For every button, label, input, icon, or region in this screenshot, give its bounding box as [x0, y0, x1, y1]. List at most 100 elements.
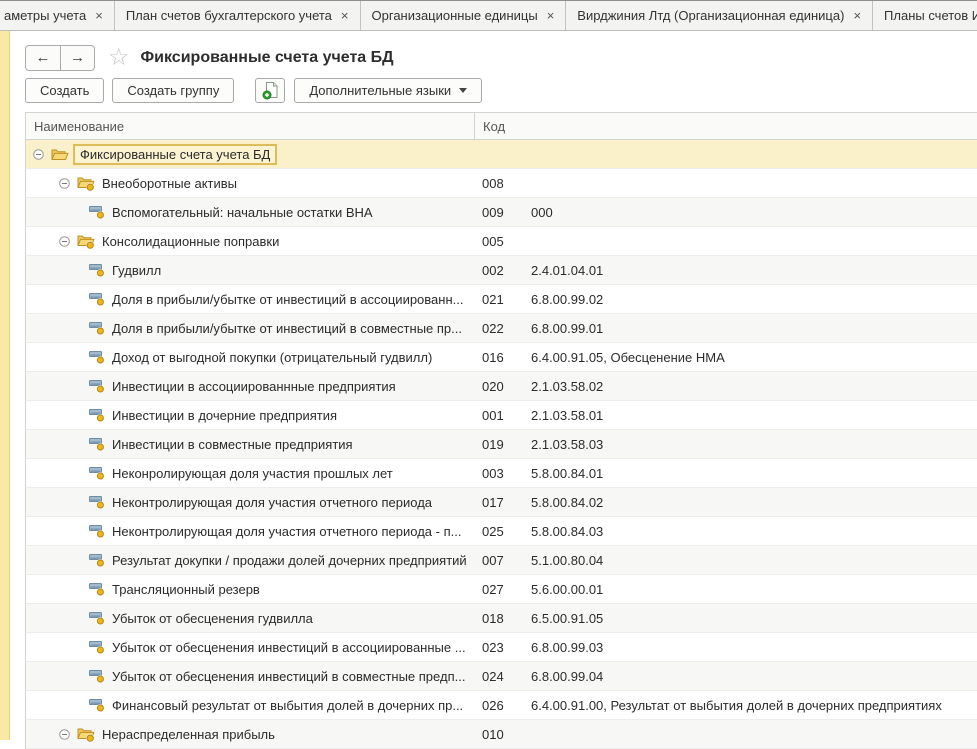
tab-close-icon[interactable]: × [341, 9, 349, 22]
table-row[interactable]: Убыток от обесценения инвестиций в совме… [26, 662, 977, 691]
row-name-cell: Убыток от обесценения инвестиций в ассоц… [26, 640, 474, 655]
account-item-icon [89, 698, 105, 712]
additional-languages-label: Дополнительные языки [309, 83, 451, 98]
table-row[interactable]: Неконролирующая доля участия прошлых лет… [26, 459, 977, 488]
account-item-icon [89, 437, 105, 451]
account-item-icon [89, 669, 105, 683]
row-code: 022 [474, 321, 523, 336]
row-name-cell: Неконролирующая доля участия прошлых лет [26, 466, 474, 481]
collapse-minus-icon[interactable] [59, 729, 70, 740]
row-name-cell: Неконтролирующая доля участия отчетного … [26, 495, 474, 510]
row-code: 003 [474, 466, 523, 481]
account-item-icon [89, 292, 105, 306]
table-row[interactable]: Консолидационные поправки 005 [26, 227, 977, 256]
folder-open-icon [51, 147, 69, 161]
create-button[interactable]: Создать [25, 78, 104, 103]
row-extra: 5.6.00.00.01 [523, 582, 977, 597]
table-row[interactable]: Убыток от обесценения инвестиций в ассоц… [26, 633, 977, 662]
table-row[interactable]: Доля в прибыли/убытке от инвестиций в со… [26, 314, 977, 343]
row-name-cell: Фиксированные счета учета БД [26, 144, 474, 165]
table-row[interactable]: Доход от выгодной покупки (отрицательный… [26, 343, 977, 372]
row-extra: 2.1.03.58.02 [523, 379, 977, 394]
account-item-icon [89, 466, 105, 480]
account-item-icon [89, 553, 105, 567]
table-row[interactable]: Финансовый результат от выбытия долей в … [26, 691, 977, 720]
table-row[interactable]: Инвестиции в совместные предприятия 019 … [26, 430, 977, 459]
row-name: Доход от выгодной покупки (отрицательный… [112, 350, 432, 365]
row-code: 016 [474, 350, 523, 365]
row-name: Убыток от обесценения инвестиций в совме… [112, 669, 465, 684]
table-row[interactable]: Результат докупки / продажи долей дочерн… [26, 546, 977, 575]
tab-label: Вирджиния Лтд (Организационная единица) [577, 8, 844, 23]
table-row[interactable]: Неконтролирующая доля участия отчетного … [26, 517, 977, 546]
create-group-button[interactable]: Создать группу [112, 78, 234, 103]
row-name-cell: Трансляционный резерв [26, 582, 474, 597]
row-code: 019 [474, 437, 523, 452]
account-item-icon [89, 205, 105, 219]
row-extra: 6.8.00.99.01 [523, 321, 977, 336]
tab-close-icon[interactable]: × [853, 9, 861, 22]
row-code: 005 [474, 234, 523, 249]
account-item-icon [89, 582, 105, 596]
row-name: Финансовый результат от выбытия долей в … [112, 698, 463, 713]
tab[interactable]: аметры учета × [0, 1, 115, 30]
table-row[interactable]: Внеоборотные активы 008 [26, 169, 977, 198]
column-header-code[interactable]: Код [474, 113, 977, 139]
table-row[interactable]: Нераспределенная прибыль 010 [26, 720, 977, 749]
table-row[interactable]: Доля в прибыли/убытке от инвестиций в ас… [26, 285, 977, 314]
tab[interactable]: План счетов бухгалтерского учета × [115, 1, 361, 30]
row-name: Консолидационные поправки [102, 234, 279, 249]
row-name: Нераспределенная прибыль [102, 727, 275, 742]
row-name: Неконролирующая доля участия прошлых лет [112, 466, 393, 481]
additional-languages-button[interactable]: Дополнительные языки [294, 78, 482, 103]
collapse-minus-icon[interactable] [59, 236, 70, 247]
account-item-icon [89, 321, 105, 335]
row-code: 027 [474, 582, 523, 597]
row-name: Инвестиции в совместные предприятия [112, 437, 353, 452]
tab-close-icon[interactable]: × [547, 9, 555, 22]
tab[interactable]: Организационные единицы × [361, 1, 567, 30]
document-plus-icon [262, 81, 279, 100]
collapse-minus-icon[interactable] [33, 149, 44, 160]
row-name: Неконтролирующая доля участия отчетного … [112, 495, 432, 510]
account-item-icon [89, 611, 105, 625]
row-name-cell: Гудвилл [26, 263, 474, 278]
row-name-cell: Доход от выгодной покупки (отрицательный… [26, 350, 474, 365]
row-name-cell: Убыток от обесценения гудвилла [26, 611, 474, 626]
row-extra: 6.8.00.99.02 [523, 292, 977, 307]
favorite-star-icon[interactable]: ☆ [108, 45, 130, 71]
table-row[interactable]: Неконтролирующая доля участия отчетного … [26, 488, 977, 517]
table-row[interactable]: Убыток от обесценения гудвилла 018 6.5.0… [26, 604, 977, 633]
row-extra: 5.1.00.80.04 [523, 553, 977, 568]
row-code: 023 [474, 640, 523, 655]
row-name-cell: Доля в прибыли/убытке от инвестиций в ас… [26, 292, 474, 307]
row-code: 007 [474, 553, 523, 568]
row-extra: 6.4.00.91.05, Обесценение НМА [523, 350, 977, 365]
navigation-row: ← → ☆ Фиксированные счета учета БД [25, 44, 394, 71]
row-name-cell: Инвестиции в совместные предприятия [26, 437, 474, 452]
row-name: Неконтролирующая доля участия отчетного … [112, 524, 461, 539]
column-header-name[interactable]: Наименование [26, 113, 474, 139]
tab[interactable]: Вирджиния Лтд (Организационная единица) … [566, 1, 873, 30]
table-row[interactable]: Трансляционный резерв 027 5.6.00.00.01 [26, 575, 977, 604]
row-extra: 5.8.00.84.02 [523, 495, 977, 510]
table-row[interactable]: Вспомогательный: начальные остатки ВНА 0… [26, 198, 977, 227]
row-extra: 6.8.00.99.03 [523, 640, 977, 655]
tab-bar: аметры учета × План счетов бухгалтерског… [0, 0, 977, 31]
row-name: Убыток от обесценения гудвилла [112, 611, 313, 626]
table-row[interactable]: Инвестиции в дочерние предприятия 001 2.… [26, 401, 977, 430]
forward-button[interactable]: → [60, 46, 94, 70]
tab[interactable]: Планы счетов ИБ × [873, 1, 977, 30]
row-name-cell: Внеоборотные активы [26, 176, 474, 191]
row-name: Результат докупки / продажи долей дочерн… [112, 553, 467, 568]
row-name-cell: Консолидационные поправки [26, 234, 474, 249]
row-name-cell: Инвестиции в ассоциированнные предприяти… [26, 379, 474, 394]
account-item-icon [89, 495, 105, 509]
tab-close-icon[interactable]: × [95, 9, 103, 22]
back-button[interactable]: ← [26, 46, 60, 70]
table-row[interactable]: Гудвилл 002 2.4.01.04.01 [26, 256, 977, 285]
table-row[interactable]: Инвестиции в ассоциированнные предприяти… [26, 372, 977, 401]
collapse-minus-icon[interactable] [59, 178, 70, 189]
table-row[interactable]: Фиксированные счета учета БД [26, 140, 977, 169]
create-by-copy-button[interactable] [255, 78, 285, 103]
